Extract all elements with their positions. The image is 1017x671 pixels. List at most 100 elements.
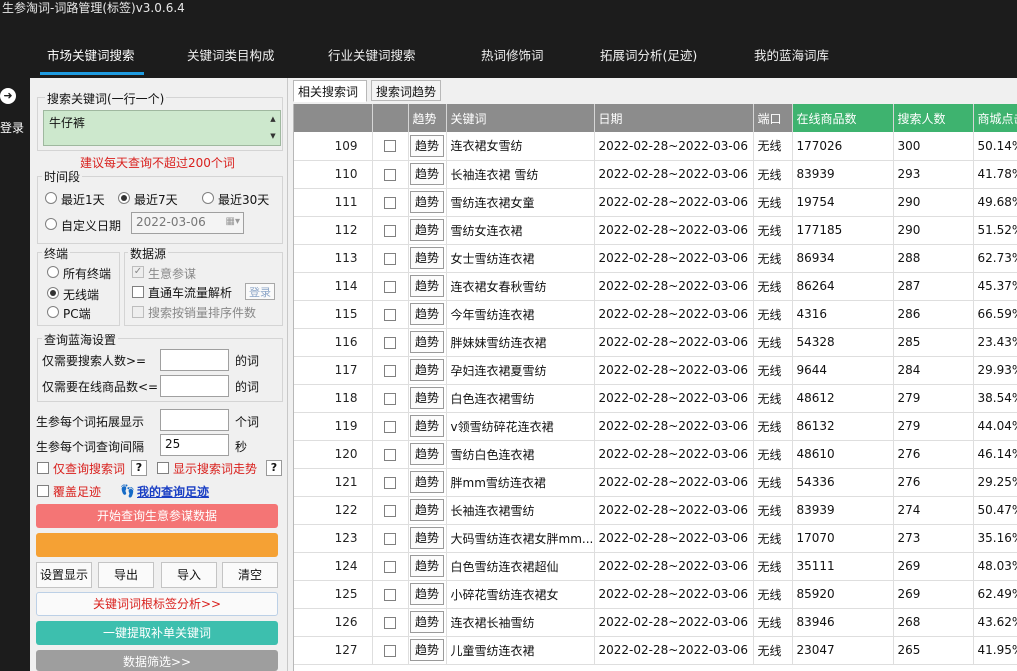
- row-trend-button[interactable]: 趋势: [410, 499, 444, 521]
- table-row[interactable]: 117 趋势 孕妇连衣裙夏雪纺 2022-02-28~2022-03-06 无线 9644…: [294, 356, 1017, 385]
- row-trend-button[interactable]: 趋势: [410, 527, 444, 549]
- source-login-button[interactable]: 登录: [245, 283, 275, 300]
- table-row[interactable]: 115 趋势 今年雪纺连衣裙 2022-02-28~2022-03-06 无线 4316 2…: [294, 300, 1017, 329]
- search-keyword-input[interactable]: 牛仔裤 ▲ ▼: [43, 110, 281, 146]
- row-trend-button[interactable]: 趋势: [410, 191, 444, 213]
- terminal-pc-label[interactable]: PC端: [63, 305, 91, 322]
- table-row[interactable]: 110 趋势 长袖连衣裙 雪纺 2022-02-28~2022-03-06 无线 8393…: [294, 160, 1017, 189]
- terminal-pc-radio[interactable]: [47, 306, 59, 318]
- row-trend-button[interactable]: 趋势: [410, 331, 444, 353]
- row-keyword[interactable]: 胖mm雪纺连衣裙: [446, 468, 595, 497]
- row-keyword[interactable]: 大码雪纺连衣裙女胖mm...: [446, 524, 595, 553]
- import-button[interactable]: 导入: [161, 562, 217, 588]
- source-traffic-analysis-checkbox[interactable]: [132, 286, 144, 298]
- source-traffic-analysis-label[interactable]: 直通车流量解析: [148, 284, 232, 301]
- row-keyword[interactable]: 雪纺女连衣裙: [446, 216, 595, 245]
- period-1day-radio[interactable]: [45, 192, 57, 204]
- nav-keyword-category[interactable]: 关键词类目构成: [187, 45, 275, 64]
- row-trend-button[interactable]: 趋势: [410, 219, 444, 241]
- row-checkbox[interactable]: [384, 392, 396, 405]
- extract-keywords-button[interactable]: 一键提取补单关键词: [36, 621, 278, 645]
- nav-expand-analysis[interactable]: 拓展词分析(足迹): [600, 45, 697, 64]
- row-checkbox[interactable]: [384, 224, 396, 237]
- period-7day-radio[interactable]: [118, 192, 130, 204]
- row-trend-button[interactable]: 趋势: [410, 611, 444, 633]
- row-checkbox[interactable]: [384, 560, 396, 573]
- row-keyword[interactable]: v领雪纺碎花连衣裙: [446, 412, 595, 441]
- row-trend-button[interactable]: 趋势: [410, 275, 444, 297]
- tab-search-trend[interactable]: 搜索词趋势: [371, 80, 441, 101]
- row-checkbox[interactable]: [384, 168, 396, 181]
- row-checkbox[interactable]: [384, 280, 396, 293]
- show-trend-checkbox[interactable]: [157, 462, 169, 474]
- root-tag-analysis-button[interactable]: 关键词词根标签分析>>: [36, 592, 278, 616]
- calendar-icon[interactable]: ▦▾: [226, 216, 240, 227]
- expand-count-input[interactable]: [160, 409, 229, 431]
- row-checkbox[interactable]: [384, 532, 396, 545]
- only-query-label[interactable]: 仅查询搜索词: [53, 460, 125, 477]
- row-trend-button[interactable]: 趋势: [410, 247, 444, 269]
- cover-footprint-checkbox[interactable]: [37, 485, 49, 497]
- export-button[interactable]: 导出: [98, 562, 154, 588]
- row-checkbox[interactable]: [384, 336, 396, 349]
- row-trend-button[interactable]: 趋势: [410, 303, 444, 325]
- table-row[interactable]: 111 趋势 雪纺连衣裙女童 2022-02-28~2022-03-06 无线 19754…: [294, 188, 1017, 217]
- row-checkbox[interactable]: [384, 364, 396, 377]
- row-trend-button[interactable]: 趋势: [410, 443, 444, 465]
- row-trend-button[interactable]: 趋势: [410, 134, 444, 157]
- only-query-checkbox[interactable]: [37, 462, 49, 474]
- row-keyword[interactable]: 雪纺连衣裙女童: [446, 188, 595, 217]
- row-keyword[interactable]: 连衣裙女雪纺: [446, 132, 595, 161]
- max-goods-input[interactable]: [160, 375, 229, 397]
- table-row[interactable]: 120 趋势 雪纺白色连衣裙 2022-02-28~2022-03-06 无线 48610…: [294, 440, 1017, 469]
- show-trend-help-button[interactable]: ?: [266, 460, 282, 476]
- row-checkbox[interactable]: [384, 308, 396, 321]
- period-custom-label[interactable]: 自定义日期: [61, 217, 121, 234]
- source-sales-sort-checkbox[interactable]: [132, 306, 144, 318]
- col-header-select[interactable]: [372, 104, 409, 132]
- row-checkbox[interactable]: [384, 140, 396, 153]
- row-keyword[interactable]: 长袖连衣裙雪纺: [446, 496, 595, 525]
- table-row[interactable]: 113 趋势 女士雪纺连衣裙 2022-02-28~2022-03-06 无线 86934…: [294, 244, 1017, 273]
- table-row[interactable]: 114 趋势 连衣裙女春秋雪纺 2022-02-28~2022-03-06 无线 8626…: [294, 272, 1017, 301]
- row-trend-button[interactable]: 趋势: [410, 471, 444, 493]
- row-keyword[interactable]: 白色雪纺连衣裙超仙: [446, 552, 595, 581]
- table-row[interactable]: 126 趋势 连衣裙长袖雪纺 2022-02-28~2022-03-06 无线 83946…: [294, 608, 1017, 637]
- row-keyword[interactable]: 儿童雪纺连衣裙: [446, 636, 595, 665]
- col-header-port[interactable]: 端口: [753, 104, 793, 132]
- my-footprint-link[interactable]: 我的查询足迹: [137, 483, 209, 500]
- nav-blue-sea-library[interactable]: 我的蓝海词库: [754, 45, 829, 64]
- only-query-help-button[interactable]: ?: [131, 460, 147, 476]
- secondary-query-button[interactable]: [36, 533, 278, 557]
- row-trend-button[interactable]: 趋势: [410, 555, 444, 577]
- row-checkbox[interactable]: [384, 196, 396, 209]
- col-header-index[interactable]: [294, 104, 373, 132]
- table-row[interactable]: 118 趋势 白色连衣裙雪纺 2022-02-28~2022-03-06 无线 48612…: [294, 384, 1017, 413]
- nav-hot-words[interactable]: 热词修饰词: [481, 45, 544, 64]
- terminal-all-label[interactable]: 所有终端: [63, 265, 111, 282]
- show-trend-label[interactable]: 显示搜索词走势: [173, 460, 257, 477]
- row-keyword[interactable]: 胖妹妹雪纺连衣裙: [446, 328, 595, 357]
- custom-date-input[interactable]: 2022-03-06 ▦▾: [131, 212, 244, 234]
- row-keyword[interactable]: 孕妇连衣裙夏雪纺: [446, 356, 595, 385]
- period-1day-label[interactable]: 最近1天: [61, 191, 105, 208]
- row-checkbox[interactable]: [384, 616, 396, 629]
- table-row[interactable]: 119 趋势 v领雪纺碎花连衣裙 2022-02-28~2022-03-06 无线 861…: [294, 412, 1017, 441]
- arrow-right-icon[interactable]: ➜: [0, 88, 16, 104]
- row-checkbox[interactable]: [384, 252, 396, 265]
- min-search-input[interactable]: [160, 349, 229, 371]
- table-row[interactable]: 125 趋势 小碎花雪纺连衣裙女 2022-02-28~2022-03-06 无线 859…: [294, 580, 1017, 609]
- table-row[interactable]: 109 趋势 连衣裙女雪纺 2022-02-28~2022-03-06 无线 177026…: [294, 132, 1017, 161]
- table-row[interactable]: 127 趋势 儿童雪纺连衣裙 2022-02-28~2022-03-06 无线 23047…: [294, 636, 1017, 665]
- table-row[interactable]: 121 趋势 胖mm雪纺连衣裙 2022-02-28~2022-03-06 无线 5433…: [294, 468, 1017, 497]
- col-header-keyword[interactable]: 关键词: [446, 104, 595, 132]
- period-30day-label[interactable]: 最近30天: [218, 191, 269, 208]
- row-keyword[interactable]: 小碎花雪纺连衣裙女: [446, 580, 595, 609]
- table-row[interactable]: 124 趋势 白色雪纺连衣裙超仙 2022-02-28~2022-03-06 无线 351…: [294, 552, 1017, 581]
- col-header-mall-click[interactable]: 商城点击: [973, 104, 1017, 132]
- tab-related-search[interactable]: 相关搜索词: [293, 80, 367, 102]
- row-checkbox[interactable]: [384, 644, 396, 657]
- login-label[interactable]: 登录: [0, 119, 24, 136]
- row-checkbox[interactable]: [384, 504, 396, 517]
- row-trend-button[interactable]: 趋势: [410, 387, 444, 409]
